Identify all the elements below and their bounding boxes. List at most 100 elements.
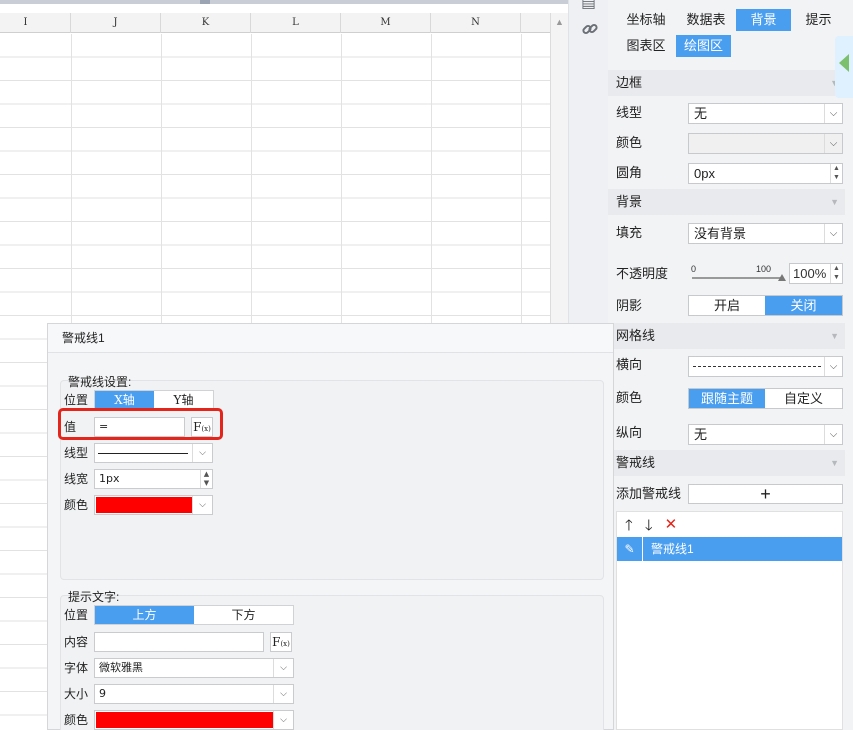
- chevron-down-icon[interactable]: ⌵: [192, 496, 212, 514]
- vertical-grid-select[interactable]: 无 ⌵: [688, 424, 843, 445]
- collapse-icon[interactable]: ▼: [830, 323, 839, 349]
- column-header-l[interactable]: L: [251, 13, 341, 33]
- font-select[interactable]: 微软雅黑 ⌵: [94, 658, 294, 678]
- scrollbar-thumb[interactable]: [200, 0, 210, 4]
- opacity-slider[interactable]: [692, 277, 782, 279]
- color-swatch: [96, 712, 273, 728]
- add-warning-button[interactable]: +: [688, 484, 843, 504]
- warning-line-list: 🡑 🡓 ✕ ✎ 警戒线1: [616, 511, 843, 730]
- shadow-off-option[interactable]: 关闭: [765, 296, 842, 315]
- list-item-label: 警戒线1: [651, 542, 694, 556]
- above-option[interactable]: 上方: [95, 606, 194, 624]
- collapse-icon[interactable]: ▼: [830, 189, 839, 215]
- collapse-icon[interactable]: ▼: [830, 450, 839, 476]
- column-header-j[interactable]: J: [71, 13, 161, 33]
- section-warning-header[interactable]: 警戒线 ▼: [608, 450, 845, 476]
- stepper-icon[interactable]: ▲ ▼: [830, 264, 842, 283]
- section-gridline-header[interactable]: 网格线 ▼: [608, 323, 845, 349]
- tab-tooltip[interactable]: 提示: [791, 9, 846, 31]
- select-value: 没有背景: [694, 226, 747, 241]
- hint-position-toggle: 上方 下方: [94, 605, 294, 625]
- warning-line-dialog: 警戒线1 警戒线设置: 位置 X轴 Y轴 值 = F(x) 线型 ⌵ 线宽 1p…: [47, 323, 614, 730]
- hint-color-select[interactable]: ⌵: [94, 710, 294, 730]
- slider-min-label: 0: [691, 264, 697, 274]
- tab-label[interactable]: 标签: [736, 0, 796, 6]
- horizontal-grid-label: 横向: [616, 357, 643, 372]
- plus-icon: +: [760, 484, 771, 504]
- line-width-label: 线宽: [64, 472, 89, 486]
- section-border-header[interactable]: 边框▼: [608, 70, 845, 96]
- column-header-i[interactable]: I: [0, 13, 71, 33]
- chevron-down-icon[interactable]: ⌵: [192, 444, 212, 462]
- chevron-down-icon[interactable]: ⌵: [824, 134, 842, 153]
- scroll-up-icon[interactable]: ▲: [555, 17, 564, 27]
- chevron-down-icon[interactable]: ⌵: [273, 711, 293, 729]
- hint-text-title: 提示文字:: [68, 590, 120, 604]
- hint-position-label: 位置: [64, 608, 89, 622]
- font-label: 字体: [64, 661, 89, 675]
- section-background-header[interactable]: 背景 ▼: [608, 189, 845, 215]
- content-input[interactable]: [94, 632, 264, 652]
- edit-icon[interactable]: ✎: [617, 537, 643, 561]
- color-follow-option[interactable]: 跟随主题: [689, 389, 765, 408]
- tab-background[interactable]: 背景: [736, 9, 791, 31]
- select-value: 无: [694, 427, 708, 442]
- border-corner-label: 圆角: [616, 165, 643, 180]
- input-value: 100%: [793, 266, 827, 281]
- line-color-select[interactable]: ⌵: [94, 495, 213, 515]
- color-custom-option[interactable]: 自定义: [765, 389, 842, 408]
- axis-toggle: X轴 Y轴: [94, 390, 214, 410]
- opacity-input[interactable]: 100% ▲ ▼: [789, 263, 843, 284]
- area-tabs: 图表区 绘图区: [616, 35, 731, 57]
- border-line-type-label: 线型: [616, 105, 643, 120]
- tab-axis[interactable]: 坐标轴: [616, 9, 676, 31]
- slider-max-label: 100: [756, 264, 772, 274]
- line-color-label: 颜色: [64, 498, 89, 512]
- slider-thumb[interactable]: [778, 274, 786, 281]
- horizontal-scrollbar[interactable]: [0, 0, 568, 4]
- border-line-type-select[interactable]: 无 ⌵: [688, 103, 843, 124]
- chevron-down-icon[interactable]: ⌵: [824, 104, 842, 123]
- link-icon[interactable]: [581, 20, 599, 43]
- top-tabs-row-1: 坐标轴 数据表 背景 提示: [616, 9, 846, 31]
- fx-sub: (x): [280, 640, 290, 648]
- tab-legend[interactable]: 图例: [676, 0, 736, 6]
- formula-button[interactable]: F(x): [270, 632, 292, 652]
- y-axis-option[interactable]: Y轴: [154, 391, 213, 409]
- chevron-down-icon[interactable]: ⌵: [273, 685, 293, 703]
- stepper-icon[interactable]: ▲ ▼: [200, 470, 212, 488]
- line-type-select[interactable]: ⌵: [94, 443, 213, 463]
- below-option[interactable]: 下方: [194, 606, 293, 624]
- column-header-m[interactable]: M: [341, 13, 431, 33]
- column-header-n[interactable]: N: [431, 13, 521, 33]
- input-value: 0px: [694, 166, 715, 181]
- fill-select[interactable]: 没有背景 ⌵: [688, 223, 843, 244]
- select-value: 无: [694, 106, 708, 121]
- chevron-down-icon[interactable]: ⌵: [824, 357, 842, 376]
- select-value: 微软雅黑: [99, 661, 143, 674]
- tab-chart-area[interactable]: 图表区: [616, 35, 676, 57]
- shadow-on-option[interactable]: 开启: [689, 296, 765, 315]
- x-axis-option[interactable]: X轴: [95, 391, 154, 409]
- line-width-input[interactable]: 1px ▲ ▼: [94, 469, 213, 489]
- size-select[interactable]: 9 ⌵: [94, 684, 294, 704]
- warning-settings-title: 警戒线设置:: [68, 375, 132, 389]
- chevron-down-icon[interactable]: ⌵: [824, 425, 842, 444]
- tab-series[interactable]: 系列: [796, 0, 851, 6]
- chevron-down-icon[interactable]: ⌵: [824, 224, 842, 243]
- stepper-icon[interactable]: ▲ ▼: [830, 164, 842, 183]
- content-label: 内容: [64, 635, 89, 649]
- tab-plot-area[interactable]: 绘图区: [676, 35, 731, 57]
- border-corner-input[interactable]: 0px ▲ ▼: [688, 163, 843, 184]
- border-color-select[interactable]: ⌵: [688, 133, 843, 154]
- tab-title[interactable]: 标题: [616, 0, 676, 6]
- dashed-line-preview: [693, 366, 821, 367]
- column-header-row: I J K L M N: [0, 13, 550, 33]
- list-item[interactable]: ✎ 警戒线1: [617, 537, 842, 561]
- panel-expand-tab[interactable]: [835, 36, 853, 98]
- horizontal-grid-select[interactable]: ⌵: [688, 356, 843, 377]
- column-header-k[interactable]: K: [161, 13, 251, 33]
- layers-icon[interactable]: ▤: [581, 0, 596, 12]
- tab-datatable[interactable]: 数据表: [676, 9, 736, 31]
- chevron-down-icon[interactable]: ⌵: [273, 659, 293, 677]
